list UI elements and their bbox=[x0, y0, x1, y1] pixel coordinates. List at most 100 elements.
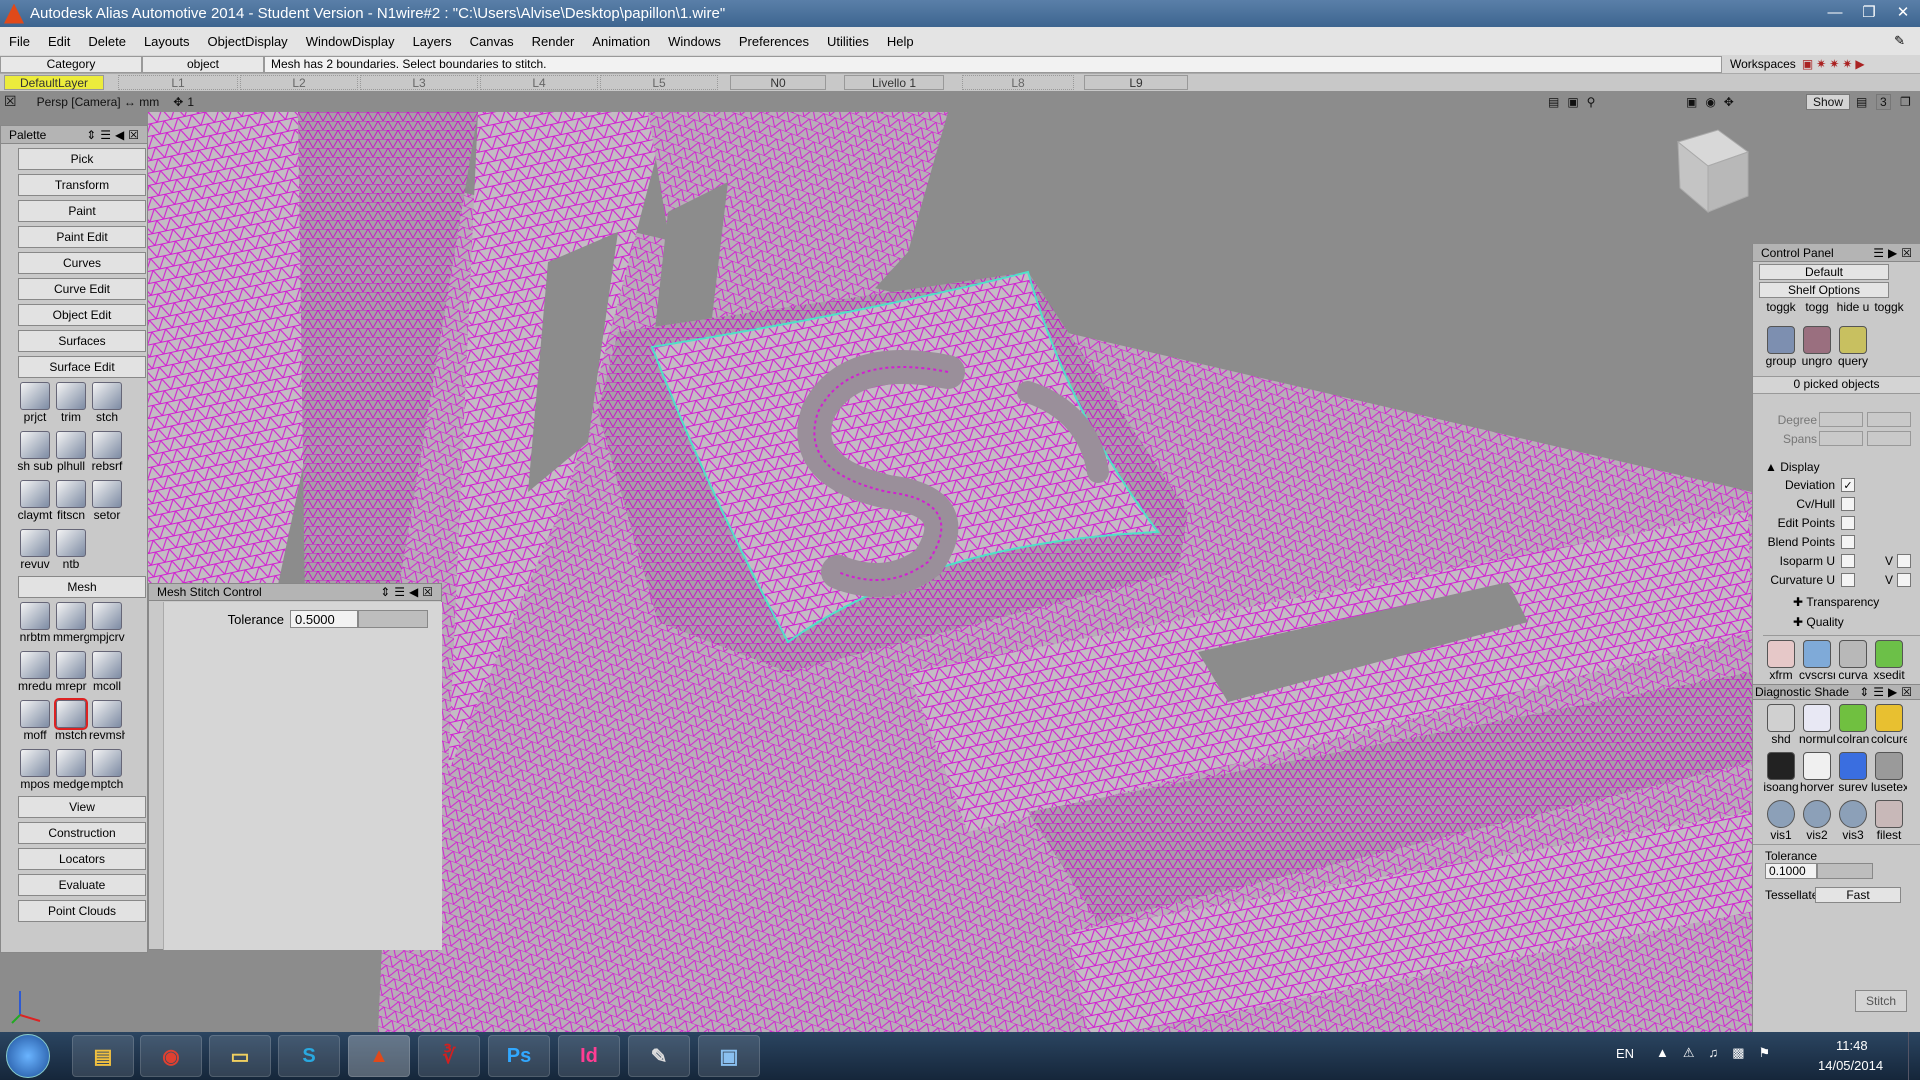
layer-l1[interactable]: L1 bbox=[118, 75, 238, 90]
palette-evaluate[interactable]: Evaluate bbox=[18, 874, 146, 896]
palette-point-clouds[interactable]: Point Clouds bbox=[18, 900, 146, 922]
tool-trim[interactable]: trim bbox=[53, 378, 89, 427]
menu-render[interactable]: Render bbox=[523, 34, 584, 49]
clock-time[interactable]: 11:48 bbox=[1836, 1038, 1868, 1053]
layer-l2[interactable]: L2 bbox=[240, 75, 358, 90]
tolerance-slider-r[interactable] bbox=[1817, 863, 1873, 879]
layer-livello-1[interactable]: Livello 1 bbox=[844, 75, 944, 90]
start-button[interactable] bbox=[6, 1034, 50, 1078]
palette-pick[interactable]: Pick bbox=[18, 148, 146, 170]
taskbar-chrome-icon[interactable]: ◉ bbox=[140, 1035, 202, 1077]
spans-u-field[interactable] bbox=[1819, 431, 1863, 446]
stitch-button[interactable]: Stitch bbox=[1855, 990, 1907, 1012]
tool-revmsh[interactable]: revmsh bbox=[89, 696, 125, 745]
cvscrsrf-tool[interactable]: cvscrsrf bbox=[1799, 636, 1835, 684]
menu-animation[interactable]: Animation bbox=[583, 34, 659, 49]
tool-mredu[interactable]: mredu bbox=[17, 647, 53, 696]
isoparm-v-checkbox[interactable] bbox=[1897, 554, 1912, 568]
control-panel-header-icons[interactable]: ☰▶☒ bbox=[1873, 246, 1916, 260]
menu-windows[interactable]: Windows bbox=[659, 34, 730, 49]
layer-l4[interactable]: L4 bbox=[480, 75, 598, 90]
menu-delete[interactable]: Delete bbox=[79, 34, 135, 49]
mesh-stitch-header-icons[interactable]: ⇕☰◀☒ bbox=[380, 585, 437, 599]
viewport-view-icons[interactable]: ▤▣⚲ bbox=[1548, 95, 1603, 109]
menu-objectdisplay[interactable]: ObjectDisplay bbox=[198, 34, 296, 49]
tool-mpjcrv[interactable]: mpjcrv bbox=[89, 598, 125, 647]
taskbar-photoshop-icon[interactable]: Ps bbox=[488, 1035, 550, 1077]
palette-mesh[interactable]: Mesh bbox=[18, 576, 146, 598]
surev-tool[interactable]: surev bbox=[1835, 748, 1871, 796]
viewport-quad-button[interactable]: 3 bbox=[1876, 93, 1891, 110]
menu-help[interactable]: Help bbox=[878, 34, 923, 49]
tolerance-input-r[interactable]: 0.1000 bbox=[1765, 863, 1817, 879]
ungroup-tool[interactable]: ungro bbox=[1799, 322, 1835, 370]
menu-preferences[interactable]: Preferences bbox=[730, 34, 818, 49]
colcurev-tool[interactable]: colcurev bbox=[1871, 700, 1907, 748]
close-button[interactable]: ✕ bbox=[1886, 0, 1920, 24]
minimize-button[interactable]: — bbox=[1818, 0, 1852, 24]
curvature-u-checkbox[interactable] bbox=[1841, 573, 1855, 587]
tolerance-slider[interactable] bbox=[358, 610, 428, 628]
tool-mrepr[interactable]: mrepr bbox=[53, 647, 89, 696]
camera-label[interactable]: Persp [Camera] ↔ mm bbox=[37, 95, 160, 109]
taskbar-alias-icon[interactable]: ▲ bbox=[348, 1035, 410, 1077]
tool-mcoll[interactable]: mcoll bbox=[89, 647, 125, 696]
tool-revuv[interactable]: revuv bbox=[17, 525, 53, 574]
tool-medge[interactable]: medge bbox=[53, 745, 89, 794]
clock-date[interactable]: 14/05/2014 bbox=[1818, 1058, 1883, 1073]
tessellate-dropdown[interactable]: Fast bbox=[1815, 887, 1901, 903]
taskbar-explorer-icon[interactable]: ▤ bbox=[72, 1035, 134, 1077]
blend-points-checkbox[interactable] bbox=[1841, 535, 1855, 549]
spans-v-field[interactable] bbox=[1867, 431, 1911, 446]
palette-transform[interactable]: Transform bbox=[18, 174, 146, 196]
tool-moff[interactable]: moff bbox=[17, 696, 53, 745]
layer-l5[interactable]: L5 bbox=[600, 75, 718, 90]
palette-construction[interactable]: Construction bbox=[18, 822, 146, 844]
horver-tool[interactable]: horver bbox=[1799, 748, 1835, 796]
layer-n0[interactable]: N0 bbox=[730, 75, 826, 90]
tool-mptch[interactable]: mptch bbox=[89, 745, 125, 794]
vis1-tool[interactable]: vis1 bbox=[1763, 796, 1799, 844]
taskbar-indesign-icon[interactable]: Id bbox=[558, 1035, 620, 1077]
viewport-display-icons[interactable]: ▣◉✥ bbox=[1686, 95, 1742, 109]
palette-surfaces[interactable]: Surfaces bbox=[18, 330, 146, 352]
tool-plhull[interactable]: plhull bbox=[53, 427, 89, 476]
layer-l8[interactable]: L8 bbox=[962, 75, 1074, 90]
quality-section[interactable]: ✚ Quality bbox=[1753, 615, 1920, 629]
viewport-close-icon[interactable]: ☒ bbox=[4, 93, 17, 110]
pin-icon[interactable]: ✎ bbox=[1885, 33, 1914, 49]
filest-tool[interactable]: filest bbox=[1871, 796, 1907, 844]
show-desktop-button[interactable] bbox=[1908, 1032, 1920, 1080]
cvhull-checkbox[interactable] bbox=[1841, 497, 1855, 511]
language-indicator[interactable]: EN bbox=[1616, 1046, 1634, 1061]
shelf-options-dropdown[interactable]: Shelf Options bbox=[1759, 282, 1889, 298]
tool-shsub[interactable]: sh sub bbox=[17, 427, 53, 476]
taskbar-folder-icon[interactable]: ▭ bbox=[209, 1035, 271, 1077]
palette-object-edit[interactable]: Object Edit bbox=[18, 304, 146, 326]
lusetex-tool[interactable]: lusetex bbox=[1871, 748, 1907, 796]
menu-utilities[interactable]: Utilities bbox=[818, 34, 878, 49]
degree-v-field[interactable] bbox=[1867, 412, 1911, 427]
tool-rebsrf[interactable]: rebsrf bbox=[89, 427, 125, 476]
picked-objects[interactable]: 0 picked objects bbox=[1753, 376, 1920, 394]
menu-windowdisplay[interactable]: WindowDisplay bbox=[297, 34, 404, 49]
layer-l3[interactable]: L3 bbox=[360, 75, 478, 90]
tool-fitscn[interactable]: fitscn bbox=[53, 476, 89, 525]
tool-nrbtm[interactable]: nrbtm bbox=[17, 598, 53, 647]
palette-header-icons[interactable]: ⇕☰◀☒ bbox=[86, 128, 143, 142]
isoang-tool[interactable]: isoang bbox=[1763, 748, 1799, 796]
category-dropdown[interactable]: Category bbox=[0, 55, 142, 73]
colran-tool[interactable]: colran bbox=[1835, 700, 1871, 748]
shd-tool[interactable]: shd bbox=[1763, 700, 1799, 748]
tool-claymt[interactable]: claymt bbox=[17, 476, 53, 525]
menu-canvas[interactable]: Canvas bbox=[461, 34, 523, 49]
menu-layouts[interactable]: Layouts bbox=[135, 34, 199, 49]
palette-view[interactable]: View bbox=[18, 796, 146, 818]
display-section[interactable]: ▲ Display bbox=[1753, 460, 1920, 474]
shelf-tool-4[interactable]: toggk bbox=[1871, 300, 1907, 348]
tool-ntb[interactable]: ntb bbox=[53, 525, 89, 574]
object-filter-field[interactable]: object bbox=[142, 55, 264, 73]
tolerance-input[interactable]: 0.5000 bbox=[290, 610, 358, 628]
xfrm-tool[interactable]: xfrm bbox=[1763, 636, 1799, 684]
transparency-section[interactable]: ✚ Transparency bbox=[1753, 595, 1920, 609]
